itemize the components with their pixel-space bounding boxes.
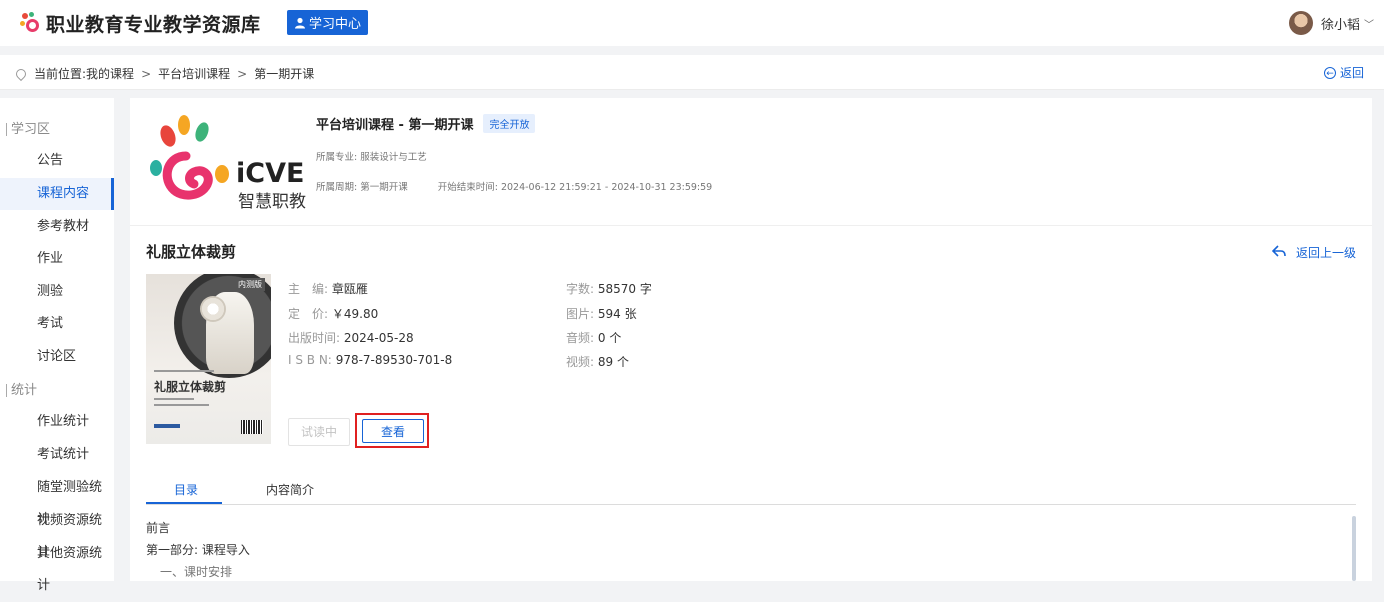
toc-item[interactable]: 一、课时安排 bbox=[160, 563, 232, 580]
user-icon bbox=[294, 17, 306, 29]
cover-tag: 内测版 bbox=[235, 278, 265, 291]
back-up-button[interactable]: 返回上一级 bbox=[1271, 244, 1356, 261]
sidebar-item-homework-stats[interactable]: 作业统计 bbox=[0, 406, 114, 438]
book-words: 字数: 58570 字 bbox=[566, 280, 652, 297]
video-value: 89 个 bbox=[597, 355, 629, 369]
sidebar-item-reference-books[interactable]: 参考教材 bbox=[0, 211, 114, 243]
top-header: 职业教育专业教学资源库 学习中心 徐小韬 ﹀ bbox=[0, 0, 1384, 46]
isbn-label: I S B N: bbox=[288, 353, 332, 367]
video-label: 视频: bbox=[566, 355, 595, 369]
try-read-button[interactable]: 试读中 bbox=[288, 418, 350, 446]
book-cover[interactable]: 内测版 礼服立体裁剪 bbox=[146, 274, 271, 444]
course-major: 所属专业: 服装设计与工艺 bbox=[316, 152, 427, 163]
cover-publisher bbox=[154, 424, 180, 428]
content-tabs: 目录 内容简介 bbox=[146, 474, 1356, 505]
icve-logo-text: iCVE bbox=[236, 158, 304, 189]
breadcrumb-bar: 当前位置: 我的课程 > 平台培训课程 > 第一期开课 ← 返回 bbox=[0, 55, 1384, 90]
cover-flower bbox=[200, 296, 226, 322]
chevron-right-icon: > bbox=[237, 66, 248, 81]
location-icon bbox=[13, 66, 29, 81]
tab-intro[interactable]: 内容简介 bbox=[266, 481, 314, 498]
main-content: iCVE 智慧职教 平台培训课程 - 第一期开课 完全开放 所属专业: 服装设计… bbox=[130, 98, 1372, 581]
reply-arrow-icon bbox=[1271, 244, 1286, 261]
site-title: 职业教育专业教学资源库 bbox=[46, 13, 261, 36]
pubdate-value: 2024-05-28 bbox=[343, 331, 414, 345]
sidebar-item-video-stats[interactable]: 视频资源统计 bbox=[0, 505, 114, 560]
chevron-down-icon: ﹀ bbox=[1364, 19, 1374, 31]
course-title-row: 平台培训课程 - 第一期开课 完全开放 bbox=[316, 114, 536, 133]
back-button[interactable]: ← 返回 bbox=[1323, 64, 1364, 81]
study-center-label: 学习中心 bbox=[309, 17, 362, 32]
breadcrumb: 当前位置: 我的课程 > 平台培训课程 > 第一期开课 bbox=[13, 65, 315, 82]
book-audio: 音频: 0 个 bbox=[566, 329, 621, 346]
chevron-right-icon: > bbox=[141, 66, 152, 81]
cover-title: 礼服立体裁剪 bbox=[154, 380, 227, 394]
course-period: 所属周期: 第一期开课 bbox=[316, 182, 408, 193]
cover-line bbox=[154, 370, 214, 372]
words-value: 58570 字 bbox=[597, 282, 652, 296]
cover-line bbox=[154, 404, 209, 406]
barcode-icon bbox=[241, 420, 263, 434]
avatar bbox=[1288, 11, 1313, 35]
editor-label: 主 编: bbox=[288, 282, 329, 296]
isbn-value: 978-7-89530-701-8 bbox=[335, 353, 453, 367]
breadcrumb-item-my-courses[interactable]: 我的课程 bbox=[86, 65, 134, 82]
sidebar-item-quiz-stats[interactable]: 随堂测验统计 bbox=[0, 472, 114, 527]
breadcrumb-item-current: 第一期开课 bbox=[254, 67, 315, 81]
course-meta-row: 所属周期: 第一期开课 开始结束时间: 2024-06-12 21:59:21 -… bbox=[316, 179, 712, 193]
icve-logo-subtext: 智慧职教 bbox=[238, 192, 306, 212]
breadcrumb-prefix: 当前位置: bbox=[34, 67, 87, 81]
course-time: 开始结束时间: 2024-06-12 21:59:21 - 2024-10-31… bbox=[437, 182, 713, 193]
icve-logo: iCVE 智慧职教 bbox=[150, 115, 306, 212]
course-title: 平台培训课程 - 第一期开课 bbox=[316, 118, 474, 133]
cover-line bbox=[154, 398, 194, 400]
price-value: ￥49.80 bbox=[331, 307, 379, 321]
sidebar-item-quiz[interactable]: 测验 bbox=[0, 276, 114, 308]
sidebar-item-exam[interactable]: 考试 bbox=[0, 308, 114, 340]
words-label: 字数: bbox=[566, 282, 595, 296]
logo-icon bbox=[20, 12, 42, 34]
book-price: 定 价: ￥49.80 bbox=[288, 305, 378, 322]
site-logo[interactable]: 职业教育专业教学资源库 bbox=[20, 11, 261, 36]
status-badge: 完全开放 bbox=[483, 114, 536, 133]
tab-toc[interactable]: 目录 bbox=[174, 481, 198, 498]
audio-value: 0 个 bbox=[597, 331, 622, 345]
sidebar: 学习区 公告 课程内容 参考教材 作业 测验 考试 讨论区 统计 作业统计 考试… bbox=[0, 98, 114, 593]
toc-item[interactable]: 第一部分: 课程导入 bbox=[146, 541, 250, 558]
book-editor: 主 编: 章瓯雁 bbox=[288, 280, 368, 297]
sidebar-item-other-stats[interactable]: 其他资源统计 bbox=[0, 538, 114, 593]
book-images: 图片: 594 张 bbox=[566, 305, 637, 322]
sidebar-item-course-content[interactable]: 课程内容 bbox=[0, 178, 114, 210]
sidebar-item-announcement[interactable]: 公告 bbox=[0, 145, 114, 177]
price-label: 定 价: bbox=[288, 307, 329, 321]
book-title: 礼服立体裁剪 bbox=[146, 243, 237, 261]
course-header: iCVE 智慧职教 平台培训课程 - 第一期开课 完全开放 所属专业: 服装设计… bbox=[130, 98, 1372, 226]
breadcrumb-item-platform-course[interactable]: 平台培训课程 bbox=[158, 65, 230, 82]
sidebar-group-study: 学习区 bbox=[6, 123, 50, 136]
back-up-label: 返回上一级 bbox=[1295, 246, 1356, 260]
toc-item[interactable]: 前言 bbox=[146, 519, 170, 536]
sidebar-item-exam-stats[interactable]: 考试统计 bbox=[0, 439, 114, 471]
editor-value: 章瓯雁 bbox=[331, 282, 368, 296]
images-value: 594 张 bbox=[597, 307, 637, 321]
view-button[interactable]: 查看 bbox=[362, 419, 424, 443]
book-video: 视频: 89 个 bbox=[566, 353, 629, 370]
sidebar-group-stats: 统计 bbox=[6, 384, 37, 397]
scrollbar[interactable] bbox=[1352, 516, 1356, 581]
back-label: 返回 bbox=[1339, 66, 1364, 80]
audio-label: 音频: bbox=[566, 331, 595, 345]
pubdate-label: 出版时间: bbox=[288, 331, 341, 345]
sidebar-item-discussion[interactable]: 讨论区 bbox=[0, 341, 114, 373]
tab-underline bbox=[146, 502, 222, 504]
book-isbn: I S B N: 978-7-89530-701-8 bbox=[288, 353, 452, 367]
study-center-button[interactable]: 学习中心 bbox=[287, 10, 369, 35]
images-label: 图片: bbox=[566, 307, 595, 321]
back-arrow-icon: ← bbox=[1323, 66, 1336, 79]
book-pubdate: 出版时间: 2024-05-28 bbox=[288, 329, 414, 346]
user-name: 徐小韬 bbox=[1320, 17, 1360, 33]
sidebar-item-homework[interactable]: 作业 bbox=[0, 243, 114, 275]
user-menu[interactable]: 徐小韬 ﹀ bbox=[1288, 11, 1374, 35]
